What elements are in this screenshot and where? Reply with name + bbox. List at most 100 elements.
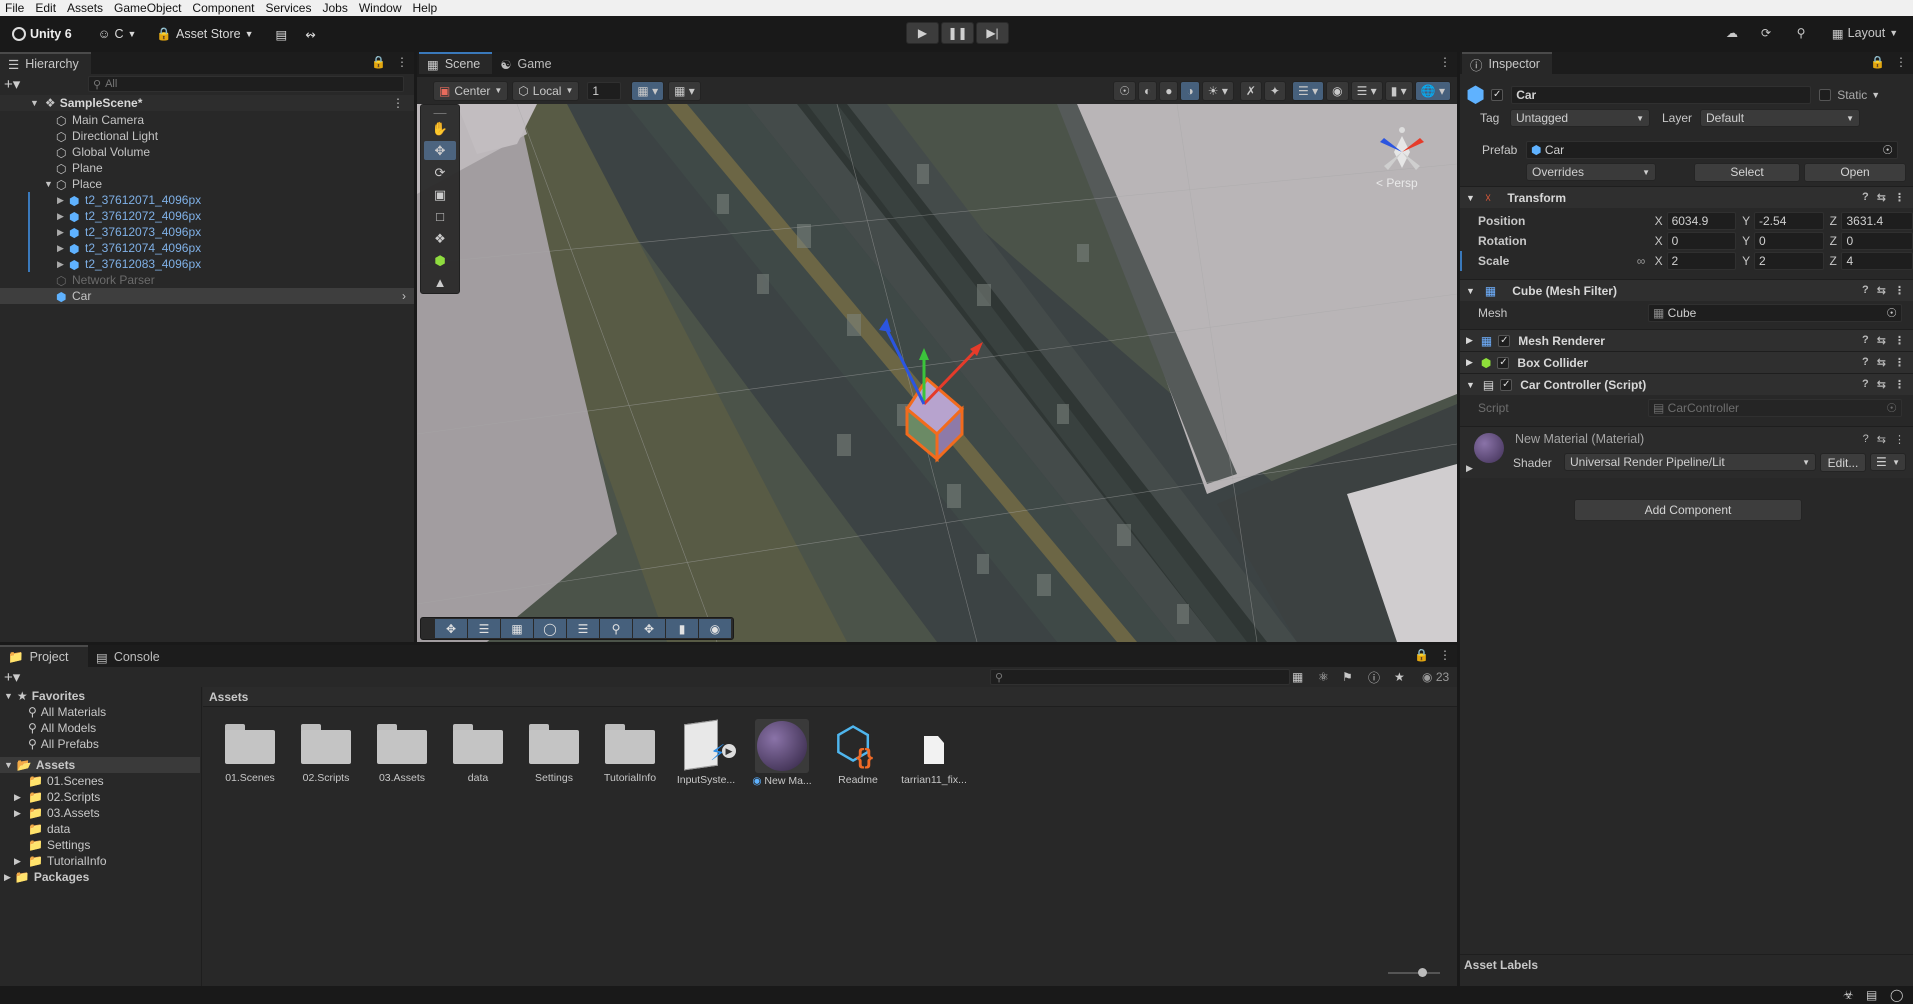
preset-icon[interactable]: ⇆ [1877,334,1886,347]
asset-store-dropdown[interactable]: 🔒 Asset Store ▼ [150,23,259,45]
add-icon[interactable]: +▾ [4,75,20,93]
rect-tool-button[interactable]: □ [424,207,456,226]
space-dropdown[interactable]: ⬡ Local ▼ [512,80,580,101]
position-x-field[interactable]: 6034.9 [1666,212,1737,230]
pause-button[interactable]: ❚❚ [941,22,974,44]
menu-jobs[interactable]: Jobs [317,0,353,16]
menu-window[interactable]: Window [354,0,408,16]
asset-folder[interactable]: data [442,722,514,784]
version-control-button[interactable]: ↭ [299,23,321,45]
list-item[interactable]: ⬡ Directional Light [0,128,414,144]
add-icon[interactable]: +▾ [4,668,20,686]
tab-hierarchy[interactable]: ☰ Hierarchy [0,52,91,74]
hidden-packages-icon[interactable]: ◉ 23 [1422,670,1449,684]
persp-label[interactable]: < Persp [1376,176,1418,190]
orbit-overlay-button[interactable]: ◯ [534,619,566,638]
asset-readme[interactable]: ⬡ {} Readme [822,722,894,787]
prefab-select-button[interactable]: Select [1694,162,1800,182]
draw-mode-shaded-button[interactable]: ● [1159,80,1179,101]
asset-material[interactable]: ◉ New Ma... [746,719,818,787]
asset-input-system[interactable]: ⚡ ▶ InputSyste... [670,719,742,786]
chevron-down-icon[interactable]: ▼ [1871,90,1880,100]
car-controller-checkbox[interactable]: ✓ [1500,378,1513,391]
help-icon[interactable]: ? [1863,433,1869,446]
target-icon[interactable]: ☉ [1886,306,1897,320]
tab-project[interactable]: 📁 Project [0,645,88,667]
asset-folder[interactable]: Settings [518,722,590,784]
position-y-field[interactable]: -2.54 [1754,212,1824,230]
expand-arrow-icon[interactable]: ▼ [44,179,56,189]
mesh-object-field[interactable]: ▦ Cube ☉ [1648,304,1902,322]
tab-console[interactable]: ▤ Console [88,645,172,667]
package-icon-button[interactable]: ▤ [270,23,294,45]
folder-item[interactable]: 📁 data [0,821,200,837]
preset-icon[interactable]: ⇆ [1877,378,1886,391]
help-icon[interactable]: ? [1862,356,1869,369]
position-z-field[interactable]: 3631.4 [1841,212,1913,230]
step-button[interactable]: ▶| [976,22,1009,44]
more-icon[interactable]: ⋮ [1894,433,1905,446]
server-icon[interactable]: ▤ [1866,988,1877,1002]
favorite-item[interactable]: ⚲ All Materials [0,704,200,720]
folder-item[interactable]: 📁 Settings [0,837,200,853]
more-icon[interactable]: ⋮ [396,55,408,69]
scale-y-field[interactable]: 2 [1754,252,1824,270]
menu-help[interactable]: Help [408,0,444,16]
more-icon[interactable]: ⋮ [392,96,404,110]
layer-dropdown[interactable]: Default ▼ [1700,109,1860,127]
draw-mode-wire-button[interactable]: ☉ [1113,80,1136,101]
scene-visibility-button[interactable]: ☰ ▾ [1291,80,1325,101]
list-item[interactable]: ▶ ⬢ t2_37612074_4096px [0,240,414,256]
prefab-object-field[interactable]: ⬢ Car ☉ [1526,141,1898,159]
more-icon[interactable]: ⋮ [1894,284,1905,297]
lighting-toggle-button[interactable]: ☀ ▾ [1201,80,1234,101]
expand-arrow-icon[interactable]: ▶ [57,211,69,222]
view-tool-button[interactable]: ✋ [424,119,456,138]
rotation-x-field[interactable]: 0 [1666,232,1737,250]
align-overlay-button[interactable]: ☰ [468,619,500,638]
zoom-overlay-button[interactable]: ⚲ [600,619,632,638]
list-item[interactable]: ▶ ⬢ t2_37612072_4096px [0,208,414,224]
slider-thumb[interactable] [1418,968,1427,977]
zoom-slider[interactable] [1388,968,1440,977]
overrides-dropdown[interactable]: Overrides ▼ [1526,163,1656,181]
chevron-right-icon[interactable]: › [402,289,406,303]
tab-inspector[interactable]: ⓘ Inspector [1462,52,1552,74]
hidden-objects-button[interactable]: ◉ [1326,80,1349,101]
snap-grid-button[interactable]: ▦ ▾ [631,80,665,101]
help-icon[interactable]: ? [1862,284,1869,297]
lock-icon[interactable]: 🔒 [1414,648,1429,662]
car-controller-header[interactable]: ▼ ▤ ✓ Car Controller (Script) ? ⇆ ⋮ [1460,373,1913,395]
scale-z-field[interactable]: 4 [1841,252,1913,270]
breadcrumb-assets[interactable]: Assets [209,690,248,704]
box-collider-checkbox[interactable]: ✓ [1497,356,1510,369]
tag-dropdown[interactable]: Untagged ▼ [1510,109,1650,127]
camera-settings-button[interactable]: ▮ ▾ [1384,80,1413,101]
asset-folder[interactable]: TutorialInfo [594,722,666,784]
more-icon[interactable]: ⋮ [1895,55,1907,69]
more-icon[interactable]: ⋮ [1894,356,1905,369]
pivot-dropdown[interactable]: ▣ Center ▼ [433,80,509,101]
transform-tool-button[interactable]: ❖ [424,229,456,248]
2d-toggle-button[interactable]: ✗ [1239,80,1262,101]
progress-icon[interactable]: ◯ [1890,988,1903,1002]
menu-services[interactable]: Services [260,0,317,16]
favorite-item[interactable]: ⚲ All Models [0,720,200,736]
gizmos-button[interactable]: 🌐 ▾ [1414,80,1451,101]
list-item-selected[interactable]: ⬢ Car › [0,288,414,304]
search-button[interactable]: ⚲ [1789,22,1813,44]
search-by-type-icon[interactable]: ▦ [1292,670,1303,684]
layers-overlay-button[interactable]: ☰ [567,619,599,638]
more-icon[interactable]: ⋮ [1894,191,1905,204]
tab-scene[interactable]: ▦ Scene [419,52,493,74]
list-item[interactable]: ⬡ Network Parser [0,272,414,288]
asset-file[interactable]: tarrian11_fix... [898,722,970,786]
mesh-renderer-checkbox[interactable]: ✓ [1498,334,1511,347]
menu-gameobject[interactable]: GameObject [109,0,187,16]
project-search-input[interactable]: ⚲ [990,669,1290,685]
shader-dropdown[interactable]: Universal Render Pipeline/Lit ▼ [1564,453,1816,471]
shader-options-dropdown[interactable]: ☰ ▼ [1870,453,1906,471]
expand-arrow-icon[interactable]: ▶ [57,227,69,238]
menu-assets[interactable]: Assets [62,0,109,16]
expand-arrow-icon[interactable]: ▶ [1466,463,1473,474]
